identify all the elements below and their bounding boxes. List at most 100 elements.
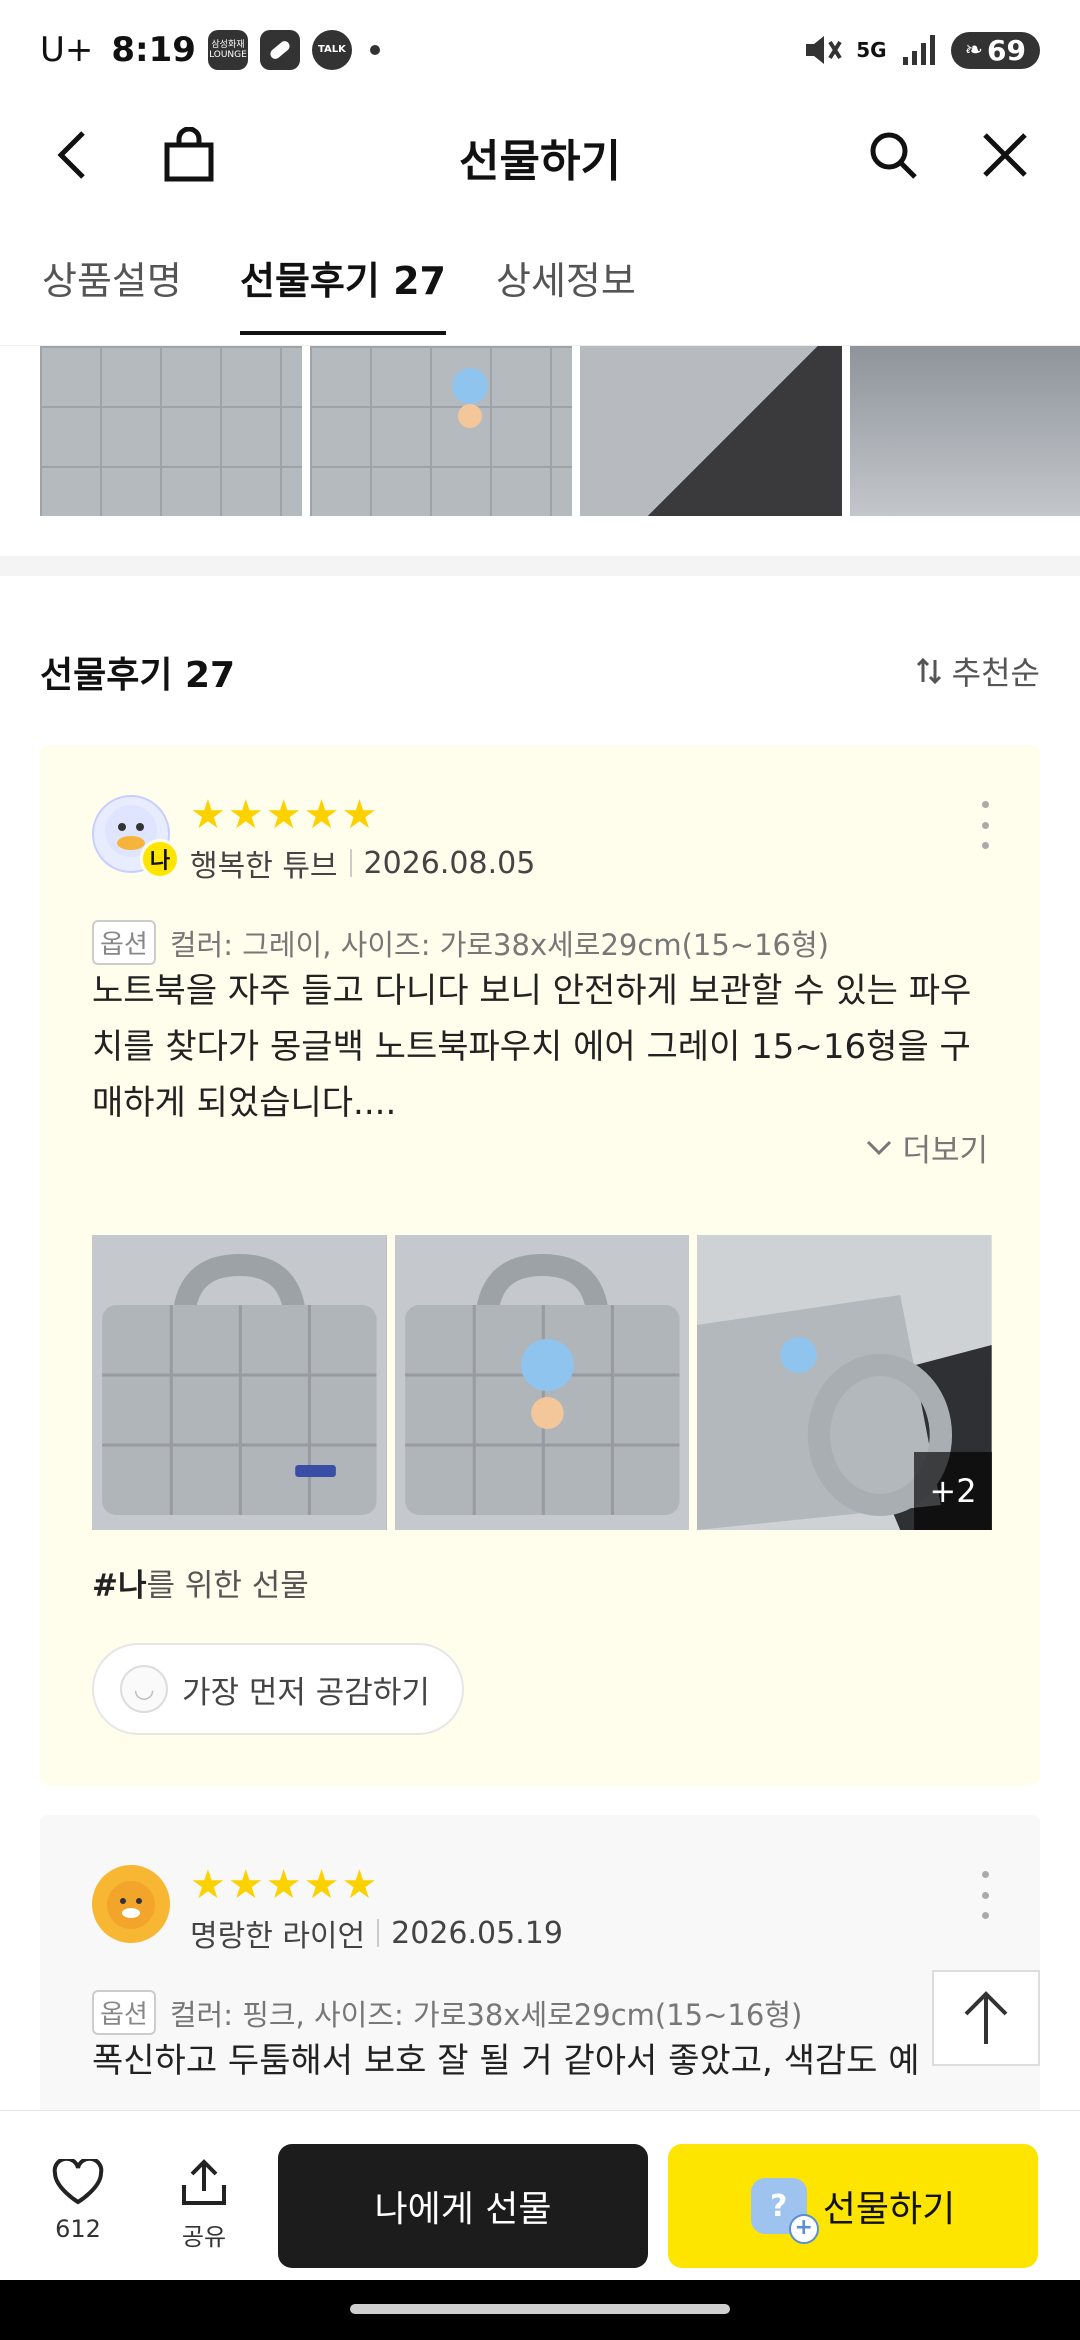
network-5g-label: 5G [856, 38, 887, 62]
star-rating: ★ ★ ★ ★ ★ [190, 1865, 377, 1905]
home-gesture-handle[interactable] [350, 2304, 730, 2314]
battery-saver-icon: ❧ [964, 37, 984, 63]
samsung-wallet-lounge-icon: 삼성화재 LOUNGE [207, 30, 248, 70]
kakaotalk-icon: TALK [311, 30, 352, 70]
more-notifications-dot [369, 45, 380, 55]
chevron-down-icon [867, 1140, 892, 1155]
clock: 8:19 [111, 30, 196, 70]
tab-gift-reviews[interactable]: 선물후기 27 [240, 250, 446, 335]
option-text: 컬러: 그레이, 사이즈: 가로38x세로29cm(15~16형) [169, 927, 829, 962]
product-photo[interactable] [310, 346, 572, 516]
share-label: 공유 [181, 2223, 227, 2251]
tab-details[interactable]: 상세정보 [496, 250, 636, 331]
smile-face-icon: ◡ [120, 1665, 168, 1713]
signal-icon [902, 35, 935, 65]
tab-product-description[interactable]: 상품설명 [42, 250, 182, 331]
review-card: 나 ★ ★ ★ ★ ★ 행복한 튜브 2026.08.05 옵션 컬러: 그레이, 사이… [40, 745, 1040, 1785]
mute-icon [806, 36, 842, 64]
reviews-section-title: 선물후기 27 [40, 655, 236, 696]
review-text: 폭신하고 두툼해서 보호 잘 될 거 같아서 좋았고, 색감도 예 [92, 2041, 920, 2081]
battery-indicator: ❧ 69 [950, 31, 1040, 69]
empathy-button[interactable]: ◡ 가장 먼저 공감하기 [92, 1643, 464, 1735]
sort-button[interactable]: 추천순 [914, 648, 1040, 694]
me-badge: 나 [140, 839, 180, 879]
shopping-bag-button[interactable] [154, 120, 224, 190]
review-text: 노트북을 자주 들고 다니다 보니 안전하게 보관할 수 있는 파우치를 찾다가… [92, 971, 972, 1123]
review-photo[interactable]: +2 [697, 1235, 993, 1530]
bottom-action-bar: 612 공유 나에게 선물 ? + 선물하기 [0, 2110, 1080, 2280]
star-icon: ★ [265, 792, 302, 838]
close-button[interactable] [970, 120, 1040, 190]
star-icon: ★ [190, 792, 226, 838]
star-icon: ★ [227, 792, 264, 838]
empathy-label: 가장 먼저 공감하기 [182, 1674, 430, 1711]
product-photo[interactable] [580, 346, 842, 516]
send-gift-button[interactable]: ? + 선물하기 [668, 2144, 1038, 2268]
more-button[interactable]: 더보기 [866, 1125, 988, 1170]
like-button[interactable]: 612 [28, 2159, 128, 2243]
divider [349, 849, 352, 877]
purchase-option: 옵션 컬러: 그레이, 사이즈: 가로38x세로29cm(15~16형) [92, 920, 829, 965]
heart-icon [52, 2159, 104, 2205]
hashtag-prefix: #나 [92, 1568, 147, 1604]
reviewer-info: 명랑한 라이언 2026.05.19 [190, 1911, 563, 1955]
shopping-bag-icon [164, 127, 214, 182]
star-icon: ★ [303, 1862, 340, 1908]
share-button[interactable]: 공유 [154, 2159, 254, 2252]
search-icon [870, 132, 917, 179]
send-gift-label: 선물하기 [822, 2189, 956, 2230]
reviewer-name: 행복한 튜브 [190, 849, 338, 884]
share-icon [182, 2159, 226, 2205]
product-photo[interactable] [40, 346, 302, 516]
plus-icon: + [788, 2214, 819, 2244]
review-date: 2026.05.19 [391, 1915, 563, 1951]
system-navigation-bar [0, 2280, 1080, 2340]
more-photos-count: +2 [914, 1452, 993, 1530]
star-rating: ★ ★ ★ ★ ★ [190, 795, 377, 835]
gift-to-me-label: 나에게 선물 [374, 2189, 552, 2230]
product-photo[interactable] [850, 346, 1080, 516]
flower-keyring-icon [452, 368, 488, 428]
review-photos: +2 [92, 1235, 993, 1530]
section-divider [0, 556, 1080, 576]
pill-icon [259, 30, 300, 70]
divider [377, 1919, 380, 1947]
scroll-to-top-button[interactable] [932, 1970, 1040, 2066]
tab-bar: 상품설명 선물후기 27 상세정보 [0, 230, 1080, 346]
gift-hashtag: #나를 위한 선물 [92, 1560, 309, 1605]
star-icon: ★ [341, 792, 378, 838]
laptop-pouch-image [92, 1235, 387, 1530]
back-button[interactable] [38, 120, 108, 190]
gift-to-me-button[interactable]: 나에게 선물 [278, 2144, 648, 2268]
laptop-pouch-keyring-image [394, 1235, 690, 1530]
star-icon: ★ [341, 1862, 378, 1908]
hashtag-suffix: 를 위한 선물 [146, 1568, 309, 1604]
review-photo[interactable] [92, 1235, 387, 1530]
sort-arrows-icon [916, 657, 941, 685]
avatar [92, 1865, 170, 1943]
battery-level: 69 [987, 33, 1026, 67]
product-photo-strip [40, 346, 1080, 516]
chevron-left-icon [57, 131, 85, 179]
review-more-menu-button[interactable] [970, 795, 1000, 855]
search-button[interactable] [858, 120, 928, 190]
star-icon: ★ [227, 1862, 264, 1908]
review-date: 2026.08.05 [363, 845, 536, 881]
carrier-label: U+ [40, 30, 94, 70]
gift-character-icon: ? + [750, 2178, 819, 2244]
like-count: 612 [55, 2215, 101, 2243]
top-app-bar: 선물하기 [0, 100, 1080, 210]
star-icon: ★ [265, 1862, 302, 1908]
review-more-menu-button[interactable] [970, 1865, 1000, 1925]
star-icon: ★ [190, 1862, 226, 1908]
close-icon [983, 133, 1027, 177]
review-photo[interactable] [394, 1235, 690, 1530]
sort-label: 추천순 [951, 654, 1040, 692]
option-tag: 옵션 [92, 920, 156, 965]
option-text: 컬러: 핑크, 사이즈: 가로38x세로29cm(15~16형) [169, 1997, 803, 2032]
star-icon: ★ [303, 792, 340, 838]
arrow-up-icon [964, 1991, 1008, 2044]
option-tag: 옵션 [92, 1990, 156, 2035]
more-label: 더보기 [902, 1133, 988, 1169]
status-bar: U+ 8:19 삼성화재 LOUNGE TALK 5G ❧ 69 [0, 0, 1080, 100]
